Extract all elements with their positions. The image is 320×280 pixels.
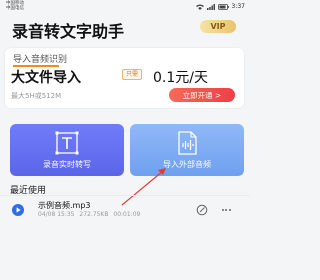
record-realtime-label: 录音实时转写 (43, 160, 91, 169)
divider (0, 195, 250, 196)
import-audio-button[interactable]: 导入外部音频 (130, 124, 244, 176)
file-duration: 00:01:09 (113, 211, 141, 218)
more-dot (225, 209, 227, 211)
more-options-icon[interactable] (220, 205, 232, 215)
play-icon[interactable] (12, 204, 24, 216)
app-title: 录音转文字助手 (12, 22, 125, 41)
file-date: 04/08 15:35 (38, 211, 75, 218)
status-bar: 中国移动 中国电信 3:37 (0, 0, 250, 14)
clock-time: 3:37 (231, 3, 245, 10)
text-frame-icon (55, 131, 79, 155)
file-size: 272.75KB (79, 211, 109, 218)
carrier-info: 中国移动 中国电信 (6, 1, 24, 11)
status-icons: 3:37 (195, 3, 245, 10)
edit-icon[interactable] (196, 204, 208, 216)
recent-file-item[interactable]: 示例音频.mp3 04/08 15:35 272.75KB 00:01:09 (0, 198, 250, 222)
record-realtime-button[interactable]: 录音实时转写 (10, 124, 124, 176)
audio-file-icon (178, 131, 197, 155)
promo-price: 0.1元/天 (153, 70, 208, 86)
import-audio-label: 导入外部音频 (163, 160, 211, 169)
promo-tag: 只需 (122, 69, 143, 80)
activate-now-button[interactable]: 立即开通 > (169, 88, 235, 102)
promo-subtitle: 最大5H或512M (11, 92, 62, 100)
signal-icon (206, 3, 215, 10)
wifi-icon (195, 4, 204, 10)
carrier-line-2: 中国电信 (6, 6, 24, 11)
file-meta: 04/08 15:35 272.75KB 00:01:09 (38, 211, 143, 218)
vip-button[interactable]: VIP (200, 20, 236, 33)
more-dot (221, 209, 224, 211)
promo-tab-label: 导入音频识别 (13, 55, 68, 65)
promo-card[interactable]: 导入音频识别 大文件导入 只需 0.1元/天 最大5H或512M 立即开通 > (5, 48, 244, 108)
promo-headline: 大文件导入 (11, 70, 81, 86)
more-dot (228, 209, 231, 211)
file-name: 示例音频.mp3 (38, 201, 91, 210)
battery-icon (217, 3, 229, 10)
